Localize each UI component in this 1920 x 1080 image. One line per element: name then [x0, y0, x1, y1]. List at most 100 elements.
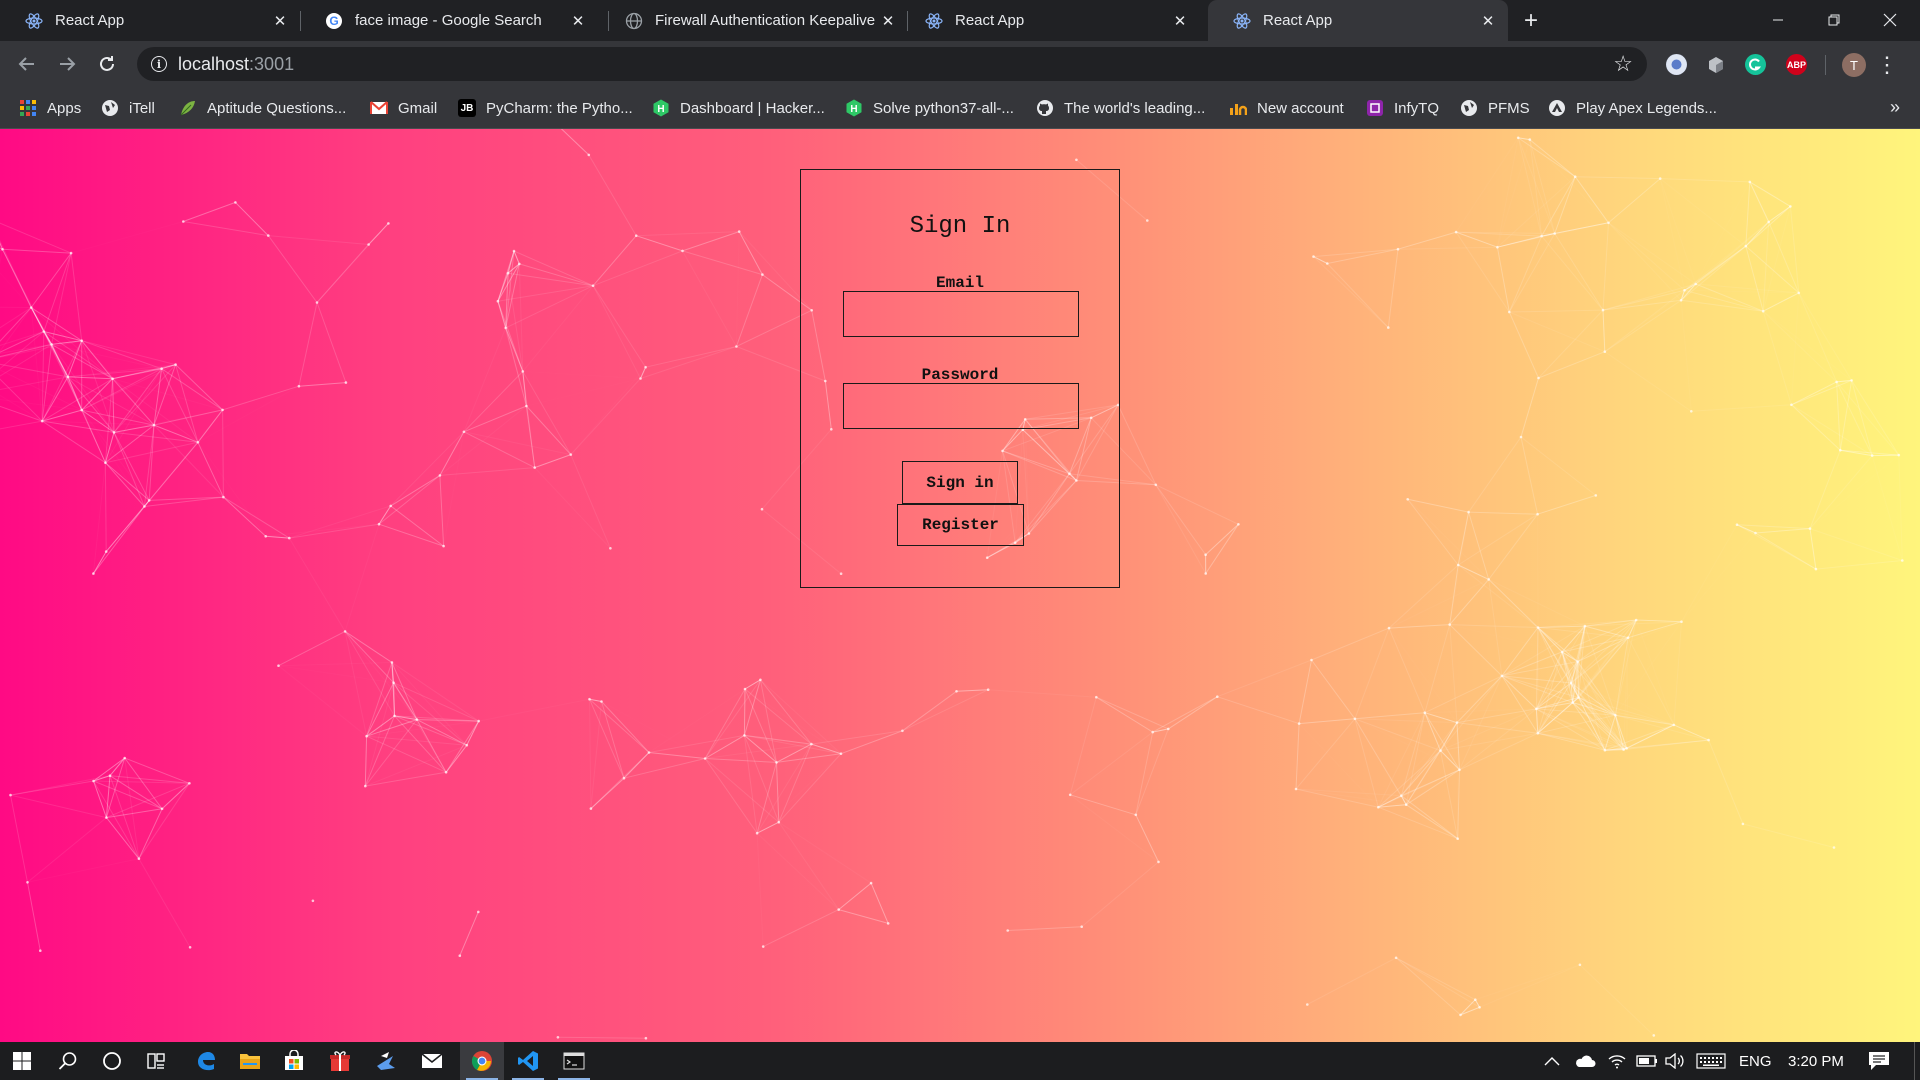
bookmark-apps[interactable]: Apps: [19, 87, 81, 129]
email-field[interactable]: [843, 291, 1079, 337]
bookmark-label: Play Apex Legends...: [1576, 99, 1717, 117]
battery-icon[interactable]: [1636, 1042, 1658, 1080]
jetbrains-icon: JB: [458, 99, 476, 117]
edge-browser-icon[interactable]: [184, 1042, 228, 1080]
password-field[interactable]: [843, 383, 1079, 429]
show-hidden-icons-chevron-icon[interactable]: [1544, 1042, 1560, 1080]
bookmark-github[interactable]: The world's leading...: [1036, 87, 1205, 129]
touch-keyboard-icon[interactable]: [1696, 1042, 1726, 1080]
back-button[interactable]: [13, 50, 41, 78]
tab-react-app-active[interactable]: React App ✕: [1208, 0, 1508, 41]
bookmark-pycharm[interactable]: JB PyCharm: the Pytho...: [458, 87, 633, 129]
hackerrank-icon: H: [652, 99, 670, 117]
close-icon[interactable]: ✕: [270, 11, 290, 31]
hackerrank-icon: H: [845, 99, 863, 117]
adblock-icon[interactable]: ABP: [1786, 54, 1807, 75]
address-bar[interactable]: i localhost:3001 ☆: [137, 47, 1647, 81]
onedrive-icon[interactable]: [1574, 1042, 1596, 1080]
tab-title: React App: [955, 12, 1025, 29]
bookmark-hackerrank-dashboard[interactable]: H Dashboard | Hacker...: [652, 87, 825, 129]
bookmarks-overflow-icon[interactable]: »: [1890, 97, 1900, 118]
bookmark-label: Aptitude Questions...: [207, 99, 347, 117]
bookmark-label: Solve python37-all-...: [873, 99, 1014, 117]
vscode-icon[interactable]: [506, 1042, 550, 1080]
tab-react-app-1[interactable]: React App ✕: [0, 0, 300, 41]
close-icon[interactable]: ✕: [1478, 11, 1498, 31]
terminal-icon[interactable]: [552, 1042, 596, 1080]
bookmark-hackerrank-python[interactable]: H Solve python37-all-...: [845, 87, 1014, 129]
gift-app-icon[interactable]: [318, 1042, 362, 1080]
bookmark-label: InfyTQ: [1394, 99, 1440, 117]
browser-toolbar: i localhost:3001 ☆ ABP T ⋮: [0, 41, 1920, 87]
bookmark-aptitude[interactable]: Aptitude Questions...: [179, 87, 346, 129]
mail-icon[interactable]: [410, 1042, 454, 1080]
new-tab-button[interactable]: +: [1518, 7, 1544, 34]
volume-icon[interactable]: [1665, 1042, 1685, 1080]
minimize-button[interactable]: [1750, 0, 1806, 40]
reload-button[interactable]: [93, 50, 121, 78]
tab-react-app-2[interactable]: React App ✕: [900, 0, 1200, 41]
infytq-icon: [1366, 99, 1384, 117]
google-icon: G: [325, 12, 343, 30]
task-view-icon[interactable]: [134, 1042, 178, 1080]
globe-icon: [625, 12, 643, 30]
apps-grid-icon: [19, 99, 37, 117]
svg-text:G: G: [329, 14, 338, 28]
chrome-taskbar-icon[interactable]: [460, 1042, 504, 1080]
bookmark-label: Apps: [47, 99, 82, 117]
react-icon: [1233, 12, 1251, 30]
close-icon[interactable]: ✕: [878, 11, 898, 31]
register-button[interactable]: Register: [897, 504, 1024, 546]
bookmark-label: PyCharm: the Pytho...: [486, 99, 633, 117]
globe-icon: [1460, 99, 1478, 117]
info-icon[interactable]: i: [151, 56, 167, 72]
globe-icon: [101, 99, 119, 117]
browser-tab-strip: React App ✕ G face image - Google Search…: [0, 0, 1920, 41]
input-language-indicator[interactable]: ENG: [1739, 1042, 1772, 1080]
bookmark-label: Gmail: [398, 99, 438, 117]
forward-button[interactable]: [53, 50, 81, 78]
bookmarks-bar: Apps iTell Aptitude Questions... Gmail J…: [0, 87, 1920, 129]
show-desktop-button[interactable]: [1914, 1042, 1920, 1080]
signin-title: Sign In: [909, 213, 1011, 240]
bookmark-label: New account: [1257, 99, 1344, 117]
menu-kebab-icon[interactable]: ⋮: [1876, 52, 1898, 77]
tab-title: React App: [1263, 12, 1333, 29]
file-explorer-icon[interactable]: [228, 1042, 272, 1080]
page-viewport: Sign In Email Password Sign in Register: [0, 129, 1920, 1042]
tab-title: face image - Google Search: [355, 12, 542, 29]
apex-icon: [1548, 99, 1566, 117]
tab-title: Firewall Authentication Keepalive: [655, 12, 876, 29]
extension-blue-icon[interactable]: [1666, 54, 1687, 75]
app-arrow-icon[interactable]: [364, 1042, 408, 1080]
extension-cube-icon[interactable]: [1705, 54, 1726, 75]
action-center-icon[interactable]: [1868, 1042, 1890, 1080]
bookmark-apex[interactable]: Play Apex Legends...: [1548, 87, 1717, 129]
bookmark-itell[interactable]: iTell: [101, 87, 155, 129]
clock[interactable]: 3:20 PM: [1788, 1042, 1844, 1080]
windows-start-icon[interactable]: [0, 1042, 44, 1080]
bookmark-pfms[interactable]: PFMS: [1460, 87, 1530, 129]
store-icon[interactable]: [272, 1042, 316, 1080]
restore-button[interactable]: [1806, 0, 1862, 40]
wifi-icon[interactable]: [1607, 1042, 1627, 1080]
password-label: Password: [921, 366, 999, 384]
github-icon: [1036, 99, 1054, 117]
close-window-button[interactable]: [1862, 0, 1918, 40]
cortana-icon[interactable]: [90, 1042, 134, 1080]
signin-button[interactable]: Sign in: [902, 461, 1018, 504]
profile-avatar[interactable]: T: [1842, 53, 1866, 77]
search-icon[interactable]: [46, 1042, 90, 1080]
grammarly-icon[interactable]: [1745, 54, 1766, 75]
tab-firewall-auth[interactable]: Firewall Authentication Keepalive ✕: [600, 0, 908, 41]
close-icon[interactable]: ✕: [1170, 11, 1190, 31]
bookmark-star-icon[interactable]: ☆: [1613, 51, 1633, 77]
url-text[interactable]: localhost:3001: [178, 54, 294, 75]
bookmark-gmail[interactable]: Gmail: [370, 87, 437, 129]
svg-text:H: H: [657, 104, 664, 115]
bookmark-new-account[interactable]: New account: [1229, 87, 1344, 129]
close-icon[interactable]: ✕: [568, 11, 588, 31]
tab-google-search[interactable]: G face image - Google Search ✕: [300, 0, 598, 41]
bookmark-infytq[interactable]: InfyTQ: [1366, 87, 1439, 129]
signin-form: Sign In Email Password Sign in Register: [800, 169, 1120, 588]
